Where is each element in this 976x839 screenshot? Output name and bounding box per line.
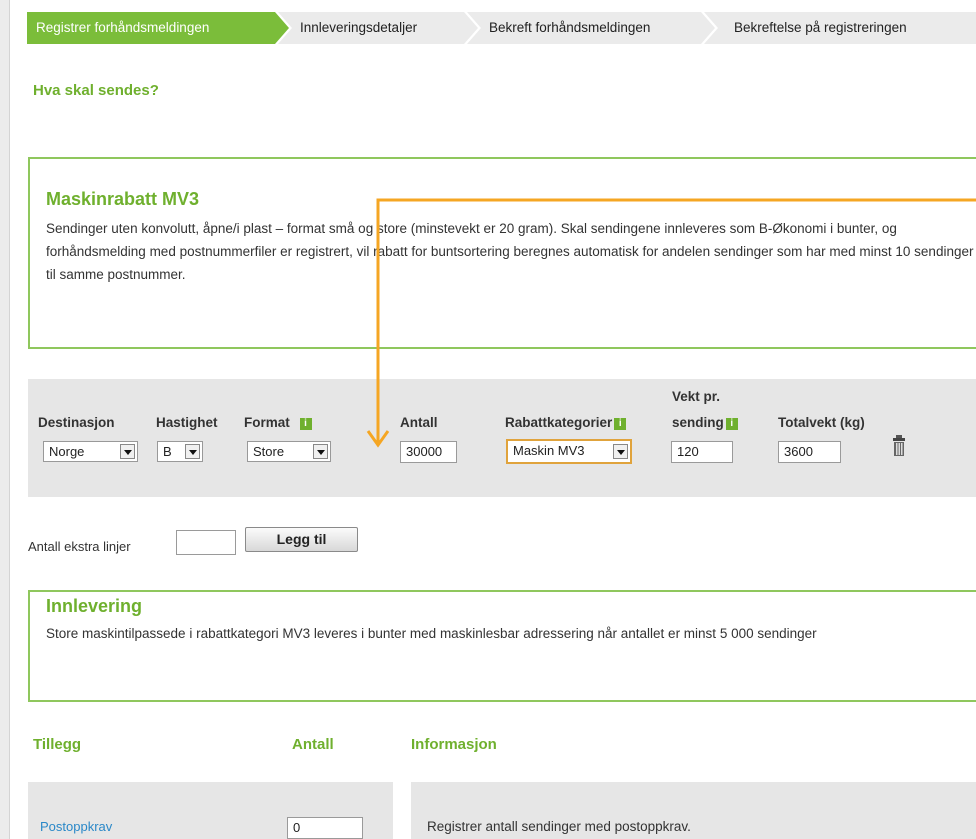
discount-label: Rabattkategorier: [505, 415, 613, 430]
weight-label-line2: sending: [672, 415, 724, 430]
count-column-header: Antall: [292, 736, 334, 753]
format-label-group: Format i: [244, 415, 312, 430]
weight-label-line1: Vekt pr.: [672, 389, 721, 404]
step-confirm[interactable]: Bekreft forhåndsmeldingen: [467, 12, 715, 44]
section-title: Hva skal sendes?: [33, 82, 159, 99]
cod-count-input[interactable]: 0: [287, 817, 363, 839]
format-value: Store: [253, 444, 285, 459]
chevron-down-icon: [613, 444, 628, 459]
weight-label-group: sending i: [672, 415, 738, 430]
chevron-down-icon: [313, 444, 328, 459]
step-delivery-details-label: Innleveringsdetaljer: [300, 20, 418, 35]
extra-lines-label: Antall ekstra linjer: [28, 539, 131, 554]
discount-select[interactable]: Maskin MV3: [506, 439, 632, 464]
delivery-description: Store maskintilpassede i rabattkategori …: [46, 626, 817, 641]
page-left-border: [0, 0, 10, 839]
step-register[interactable]: Registrer forhåndsmeldingen: [27, 12, 289, 44]
add-lines-button[interactable]: Legg til: [245, 527, 358, 552]
speed-value: B: [163, 444, 172, 459]
format-select[interactable]: Store: [247, 441, 331, 462]
step-register-label: Registrer forhåndsmeldingen: [36, 20, 210, 35]
chevron-down-icon: [185, 444, 200, 459]
progress-steps: Registrer forhåndsmeldingen Innleverings…: [27, 12, 976, 44]
total-weight-input[interactable]: 3600: [778, 441, 841, 463]
chevron-down-icon: [120, 444, 135, 459]
addon-info-row: Registrer antall sendinger med postoppkr…: [411, 782, 976, 839]
destination-select[interactable]: Norge: [43, 441, 138, 462]
cod-info-text: Registrer antall sendinger med postoppkr…: [427, 819, 691, 834]
weight-input[interactable]: 120: [671, 441, 733, 463]
product-title: Maskinrabatt MV3: [46, 189, 200, 209]
step-receipt-label: Bekreftelse på registreringen: [734, 20, 907, 35]
product-info-box: Maskinrabatt MV3 Sendinger uten konvolut…: [28, 157, 976, 349]
speed-label: Hastighet: [156, 415, 218, 430]
quantity-label: Antall: [400, 415, 438, 430]
step-receipt[interactable]: Bekreftelse på registreringen: [704, 12, 976, 44]
speed-select[interactable]: B: [157, 441, 203, 462]
step-delivery-details[interactable]: Innleveringsdetaljer: [278, 12, 478, 44]
format-label: Format: [244, 415, 290, 430]
destination-value: Norge: [49, 444, 85, 459]
quantity-input[interactable]: 30000: [400, 441, 457, 463]
total-weight-label: Totalvekt (kg): [778, 415, 865, 430]
addon-row: Postoppkrav 0: [28, 782, 393, 839]
step-confirm-label: Bekreft forhåndsmeldingen: [489, 20, 651, 35]
extra-lines-input[interactable]: [176, 530, 236, 555]
destination-label: Destinasjon: [38, 415, 115, 430]
discount-value: Maskin MV3: [513, 443, 585, 458]
delivery-info-box: Innlevering Store maskintilpassede i rab…: [28, 590, 976, 702]
discount-label-group: Rabattkategorier i: [505, 415, 627, 430]
addon-column-header: Tillegg: [33, 736, 82, 753]
info-icon[interactable]: i: [725, 418, 738, 430]
cod-link[interactable]: Postoppkrav: [40, 819, 112, 834]
trash-icon[interactable]: [892, 435, 906, 457]
info-column-header: Informasjon: [411, 736, 497, 753]
info-icon[interactable]: i: [614, 418, 627, 430]
info-icon[interactable]: i: [299, 418, 312, 430]
product-description: Sendinger uten konvolutt, åpne/i plast –…: [46, 221, 974, 282]
delivery-title: Innlevering: [46, 596, 143, 616]
shipment-form: Destinasjon Norge Hastighet B Format i S…: [28, 379, 976, 497]
